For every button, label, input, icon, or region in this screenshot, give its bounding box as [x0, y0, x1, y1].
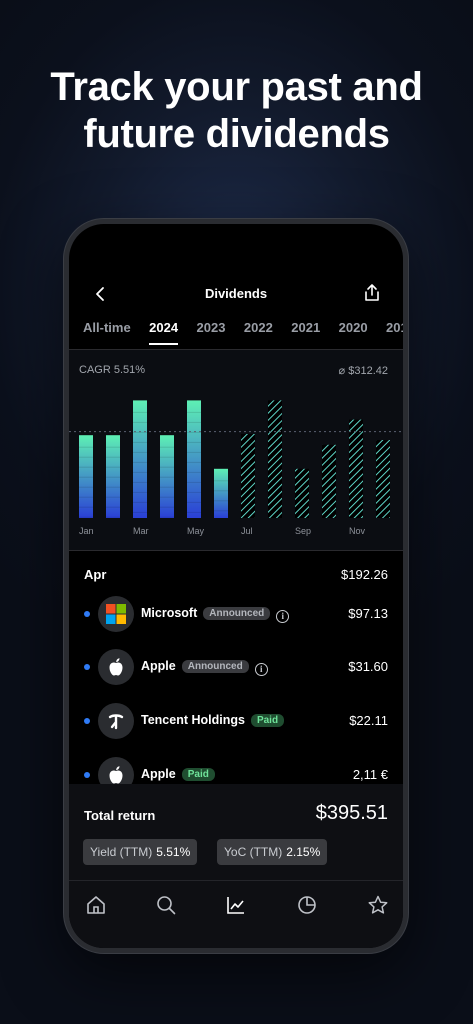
- bar-mar[interactable]: [133, 400, 147, 518]
- status-dot: [84, 718, 90, 724]
- tab-2022[interactable]: 2022: [244, 320, 273, 343]
- page-title: Dividends: [204, 286, 268, 301]
- bar-jul[interactable]: [241, 434, 255, 518]
- chart-line-icon[interactable]: [225, 894, 247, 916]
- yoc-chip: YoC (TTM) 2.15%: [217, 839, 328, 865]
- dividend-amount: $97.13: [348, 606, 388, 621]
- company-name-text: Apple: [141, 659, 176, 673]
- company-name: Apple Announced i: [141, 659, 268, 676]
- tab-all-time[interactable]: All-time: [83, 320, 131, 343]
- list-item[interactable]: Microsoft Announced i $97.13: [69, 594, 403, 634]
- search-icon[interactable]: [155, 894, 177, 916]
- microsoft-logo-icon: [98, 596, 134, 632]
- bar-oct[interactable]: [322, 444, 336, 518]
- company-name-text: Apple: [141, 767, 176, 781]
- yoc-value: 2.15%: [286, 845, 321, 859]
- dividend-chart: CAGR 5.51% ⌀ $312.42 Jan Mar May Jul Sep Nov: [69, 350, 403, 550]
- x-tick-label: Mar: [133, 526, 149, 536]
- company-name-text: Microsoft: [141, 606, 198, 620]
- tab-2024[interactable]: 2024: [149, 320, 179, 345]
- share-icon[interactable]: [361, 282, 383, 304]
- x-tick-label: Nov: [349, 526, 366, 536]
- nav-bar: Dividends: [69, 280, 403, 308]
- summary-panel: Total return $395.51 Yield (TTM) 5.51% Yo…: [69, 784, 403, 948]
- yoc-label: YoC (TTM): [224, 845, 283, 859]
- x-tick-label: Jul: [241, 526, 253, 536]
- bar-nov[interactable]: [349, 419, 363, 518]
- company-name: Apple Paid: [141, 767, 215, 781]
- x-tick-label: May: [187, 526, 205, 536]
- status-dot: [84, 664, 90, 670]
- bar-sep[interactable]: [295, 468, 309, 518]
- total-return-value: $395.51: [315, 802, 388, 824]
- chart-divider: [69, 550, 403, 551]
- tabbar-divider: [69, 880, 403, 881]
- month-total: $192.26: [341, 567, 388, 582]
- tab-2019[interactable]: 2019: [386, 320, 403, 343]
- headline-line-2: future dividends: [83, 112, 390, 156]
- dividend-amount: $31.60: [348, 659, 388, 674]
- x-tick-label: Sep: [295, 526, 311, 536]
- status-badge: Paid: [250, 714, 285, 727]
- bar-aug[interactable]: [268, 400, 282, 518]
- info-icon[interactable]: i: [254, 663, 268, 676]
- total-return-label: Total return: [84, 808, 156, 823]
- bar-chart: Jan Mar May Jul Sep Nov: [69, 400, 403, 536]
- tab-2021[interactable]: 2021: [291, 320, 320, 343]
- status-dot: [84, 772, 90, 778]
- yield-label: Yield (TTM): [90, 845, 153, 859]
- star-icon[interactable]: [367, 894, 389, 916]
- apple-logo-icon: [98, 649, 134, 685]
- bar-may[interactable]: [187, 400, 201, 518]
- company-name: Microsoft Announced i: [141, 606, 290, 623]
- info-icon[interactable]: i: [276, 610, 290, 623]
- bar-dec[interactable]: [376, 440, 390, 518]
- dividend-amount: $22.11: [349, 713, 388, 728]
- app-screen: Dividends All-time 2024 2023 2022 2021 2…: [69, 224, 403, 948]
- status-badge: Paid: [181, 768, 215, 781]
- list-item[interactable]: Tencent Holdings Paid $22.11: [69, 701, 403, 741]
- x-tick-label: Jan: [79, 526, 94, 536]
- headline-line-1: Track your past and: [50, 65, 423, 109]
- headline: Track your past and future dividends: [0, 64, 473, 158]
- yield-value: 5.51%: [156, 845, 191, 859]
- status-dot: [84, 611, 90, 617]
- status-badge: Announced: [181, 660, 249, 673]
- pie-chart-icon[interactable]: [296, 894, 318, 916]
- list-item[interactable]: Apple Announced i $31.60: [69, 647, 403, 687]
- company-name: Tencent Holdings Paid: [141, 713, 285, 727]
- dividend-amount: 2,11 €: [352, 767, 388, 782]
- tab-2023[interactable]: 2023: [197, 320, 226, 343]
- company-name-text: Tencent Holdings: [141, 713, 245, 727]
- yield-chip: Yield (TTM) 5.51%: [83, 839, 198, 865]
- year-tabs: All-time 2024 2023 2022 2021 2020 2019: [83, 319, 403, 349]
- status-badge: Announced: [203, 607, 271, 620]
- tab-2020[interactable]: 2020: [339, 320, 368, 343]
- home-icon[interactable]: [85, 894, 107, 916]
- phone-frame: Dividends All-time 2024 2023 2022 2021 2…: [64, 219, 408, 953]
- tencent-logo-icon: [98, 703, 134, 739]
- month-title: Apr: [84, 567, 107, 582]
